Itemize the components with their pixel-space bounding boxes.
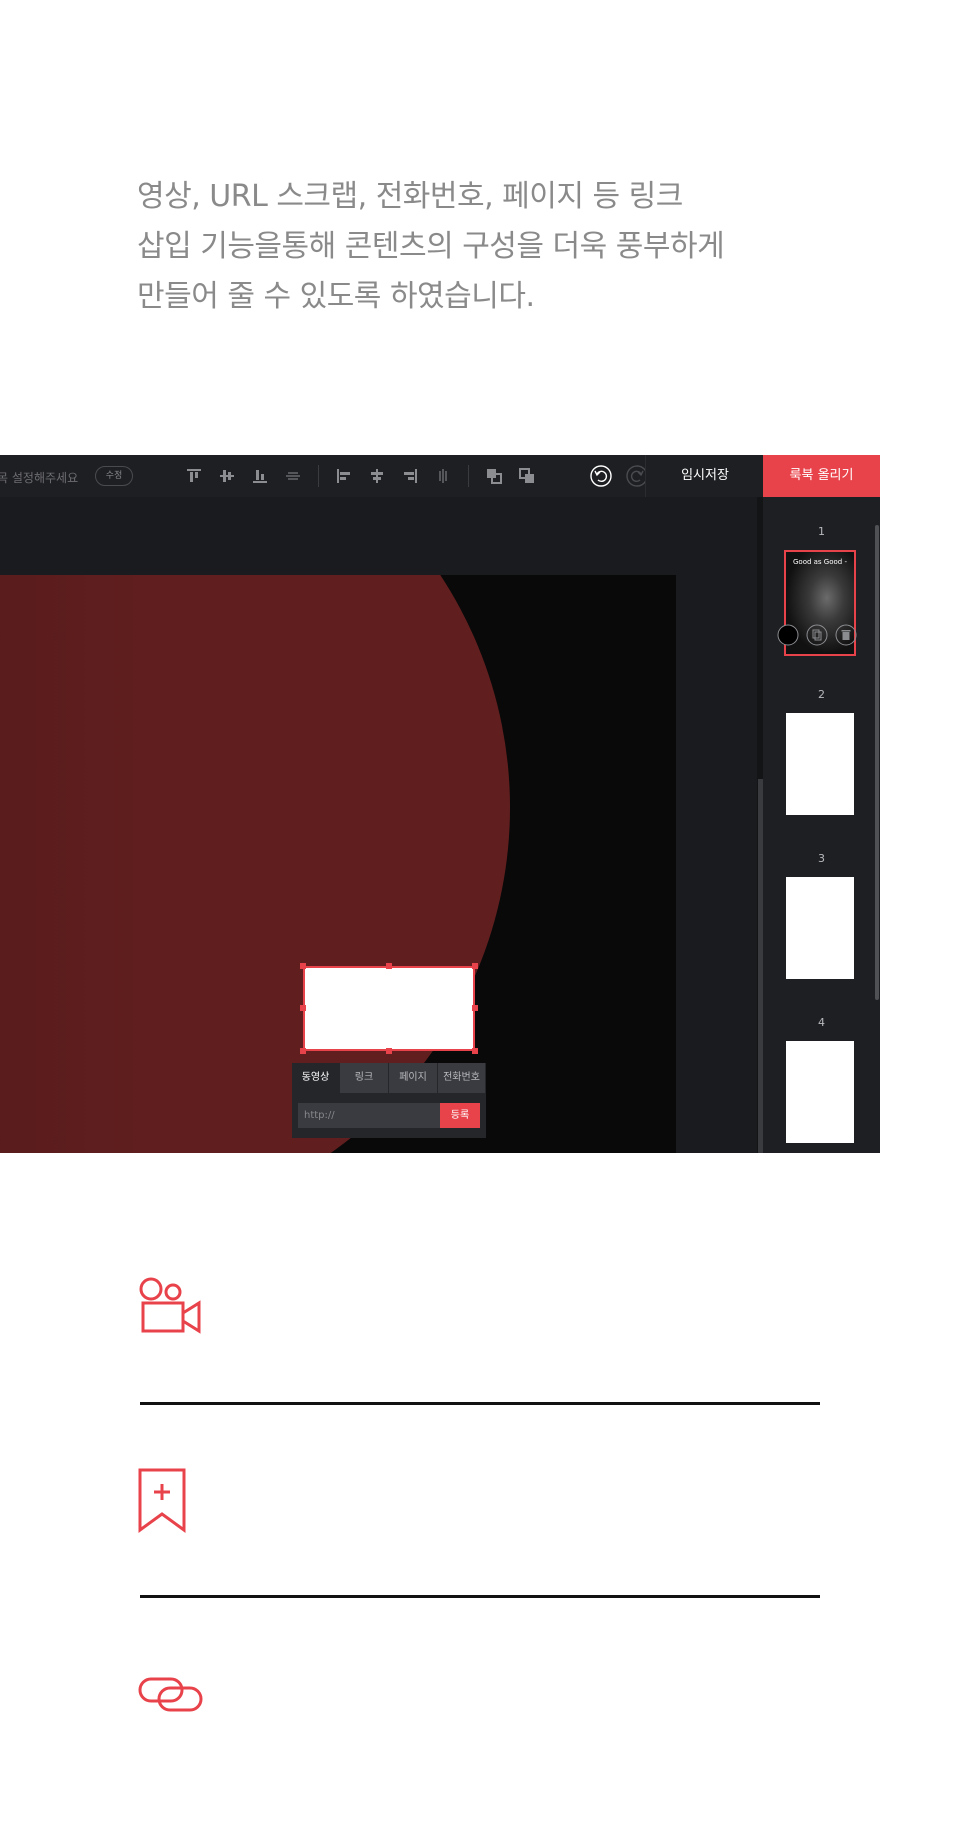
bookmark-add-icon <box>138 1468 186 1533</box>
page-thumbnail-4[interactable] <box>786 1041 854 1143</box>
duplicate-icon[interactable] <box>806 624 828 646</box>
align-right-icon[interactable] <box>401 467 419 485</box>
sidebar-scrollbar[interactable] <box>875 525 879 1000</box>
page-number: 3 <box>818 852 825 865</box>
resize-handle[interactable] <box>472 1048 478 1054</box>
page-number: 4 <box>818 1016 825 1029</box>
link-insert-panel: 동영상 링크 페이지 전화번호 http:// 등록 <box>292 1063 486 1138</box>
url-input[interactable]: http:// <box>298 1103 440 1128</box>
tab-link[interactable]: 링크 <box>340 1063 389 1093</box>
divider <box>140 1402 820 1405</box>
undo-icon[interactable] <box>590 465 612 487</box>
tab-page[interactable]: 페이지 <box>389 1063 438 1093</box>
resize-handle[interactable] <box>472 963 478 969</box>
upload-lookbook-button[interactable]: 룩북 올리기 <box>763 455 880 497</box>
intro-line-2: 삽입 기능을통해 콘텐츠의 구성을 더욱 풍부하게 <box>137 229 725 264</box>
color-circle-icon[interactable] <box>777 624 799 646</box>
editor-toolbar: 제목 설정해주세요 수정 임시저장 룩북 올리기 <box>0 455 880 497</box>
edit-title-button[interactable]: 수정 <box>95 466 133 486</box>
align-top-icon[interactable] <box>185 467 203 485</box>
editor-screenshot: 제목 설정해주세요 수정 임시저장 룩북 올리기 동영상 <box>0 455 880 1153</box>
align-center-icon[interactable] <box>368 467 386 485</box>
toolbar-divider <box>468 465 469 487</box>
resize-handle[interactable] <box>300 1048 306 1054</box>
intro-line-3: 만들어 줄 수 있도록 하였습니다. <box>137 279 535 314</box>
distribute-vertical-icon[interactable] <box>284 467 302 485</box>
register-link-button[interactable]: 등록 <box>440 1103 480 1128</box>
tab-phone[interactable]: 전화번호 <box>438 1063 486 1093</box>
page-thumbnail-2[interactable] <box>786 713 854 815</box>
link-icon <box>138 1677 203 1712</box>
divider <box>140 1595 820 1598</box>
thumbnail-title: Good as Good - <box>792 558 847 566</box>
resize-handle[interactable] <box>300 963 306 969</box>
temp-save-button[interactable]: 임시저장 <box>645 455 764 497</box>
page-number: 2 <box>818 688 825 701</box>
toolbar-divider <box>318 465 319 487</box>
page-sidebar: 1 Good as Good - 2 3 4 <box>763 497 880 1153</box>
align-middle-icon[interactable] <box>218 467 236 485</box>
align-bottom-icon[interactable] <box>251 467 269 485</box>
page-number: 1 <box>818 525 825 538</box>
delete-icon[interactable] <box>835 624 857 646</box>
resize-handle[interactable] <box>386 1048 392 1054</box>
tab-video[interactable]: 동영상 <box>292 1063 340 1093</box>
selected-link-box[interactable] <box>303 966 475 1051</box>
resize-handle[interactable] <box>386 963 392 969</box>
bring-forward-icon[interactable] <box>485 467 503 485</box>
resize-handle[interactable] <box>472 1005 478 1011</box>
intro-text: 영상, URL 스크랩, 전화번호, 페이지 등 링크 삽입 기능을통해 콘텐츠… <box>137 172 837 322</box>
align-left-icon[interactable] <box>335 467 353 485</box>
distribute-horizontal-icon[interactable] <box>434 467 452 485</box>
intro-line-1: 영상, URL 스크랩, 전화번호, 페이지 등 링크 <box>137 179 683 214</box>
page-thumbnail-3[interactable] <box>786 877 854 979</box>
video-camera-icon <box>139 1277 201 1334</box>
canvas-area: 동영상 링크 페이지 전화번호 http:// 등록 <box>0 497 763 1153</box>
resize-handle[interactable] <box>300 1005 306 1011</box>
document-title[interactable]: 제목 설정해주세요 <box>0 469 78 486</box>
send-backward-icon[interactable] <box>518 467 536 485</box>
